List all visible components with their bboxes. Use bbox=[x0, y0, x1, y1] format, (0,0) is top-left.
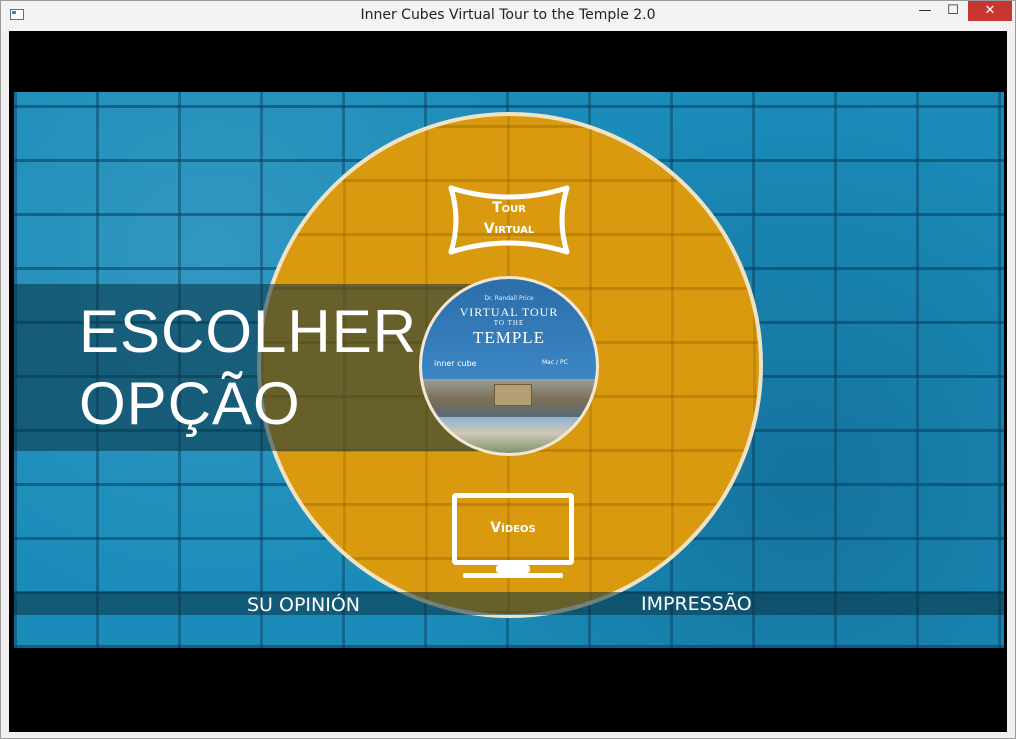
heading-line-2: OPÇÃO bbox=[79, 370, 301, 437]
stone-wall-background: ESCOLHER OPÇÃO Tour Virtual Dr. Randall … bbox=[14, 92, 1004, 648]
panorama-frame-icon bbox=[448, 185, 570, 255]
print-button[interactable]: IMPRESSÃO bbox=[641, 593, 752, 615]
disc-format-label: Mac / PC bbox=[542, 359, 568, 366]
minimize-button[interactable]: — bbox=[911, 1, 939, 21]
disc-title-line-3: TEMPLE bbox=[472, 328, 546, 347]
bottom-options-band bbox=[14, 592, 1004, 615]
heading-line-1: ESCOLHER bbox=[79, 298, 418, 365]
app-content: ESCOLHER OPÇÃO Tour Virtual Dr. Randall … bbox=[9, 31, 1007, 732]
temple-model-image bbox=[422, 379, 596, 417]
title-bar[interactable]: Inner Cubes Virtual Tour to the Temple 2… bbox=[1, 1, 1015, 31]
window-title: Inner Cubes Virtual Tour to the Temple 2… bbox=[360, 7, 656, 23]
disc-title-line-2: TO THE bbox=[493, 319, 525, 327]
disc-brand-logo: inner cube bbox=[434, 359, 477, 368]
page-heading: ESCOLHER OPÇÃO bbox=[79, 296, 417, 440]
monitor-base-icon bbox=[463, 573, 563, 578]
dvd-disc-cover: Dr. Randall Price VIRTUAL TOUR TO THE TE… bbox=[419, 276, 599, 456]
jerusalem-skyline-image bbox=[422, 417, 596, 453]
disc-title-line-1: VIRTUAL TOUR bbox=[459, 305, 559, 319]
virtual-tour-label-1: Tour bbox=[492, 200, 526, 216]
disc-author: Dr. Randall Price bbox=[484, 295, 534, 302]
videos-label: Vídeos bbox=[490, 520, 536, 536]
disc-header: Dr. Randall Price VIRTUAL TOUR TO THE TE… bbox=[422, 279, 596, 379]
maximize-button[interactable]: ☐ bbox=[939, 1, 967, 21]
videos-button[interactable]: Vídeos bbox=[452, 493, 574, 581]
close-button[interactable]: ✕ bbox=[968, 1, 1012, 21]
opinion-button[interactable]: SU OPINIÓN bbox=[247, 594, 360, 616]
virtual-tour-button[interactable]: Tour Virtual bbox=[445, 184, 573, 256]
virtual-tour-label-2: Virtual bbox=[483, 221, 535, 237]
app-window: Inner Cubes Virtual Tour to the Temple 2… bbox=[0, 0, 1016, 739]
monitor-stand-icon bbox=[496, 565, 530, 573]
